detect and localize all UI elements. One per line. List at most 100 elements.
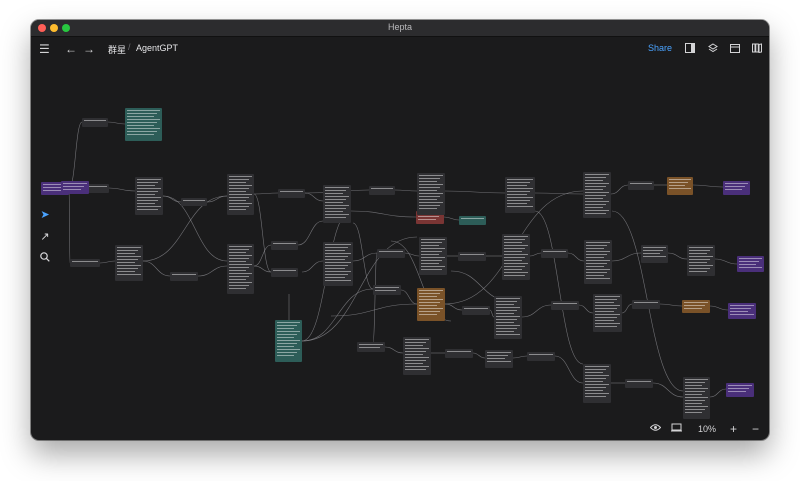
connector-line[interactable] xyxy=(444,190,506,194)
board-card[interactable] xyxy=(632,300,660,309)
board-card[interactable] xyxy=(377,249,405,258)
board-card[interactable] xyxy=(583,172,611,218)
eye-icon[interactable] xyxy=(649,423,662,434)
zoom-level[interactable]: 10% xyxy=(698,424,716,434)
board-card[interactable] xyxy=(445,349,473,358)
arrow-connector-icon[interactable]: ↗ xyxy=(38,230,52,243)
board-card[interactable] xyxy=(641,245,668,263)
connector-line[interactable] xyxy=(304,192,324,202)
board-card[interactable] xyxy=(417,173,445,215)
board-card[interactable] xyxy=(61,181,89,194)
search-icon[interactable] xyxy=(38,252,52,265)
zoom-in-button[interactable]: + xyxy=(730,422,737,436)
board-card[interactable] xyxy=(494,296,522,339)
connector-line[interactable] xyxy=(521,304,552,318)
connector-line[interactable] xyxy=(529,252,542,257)
connector-line[interactable] xyxy=(99,260,116,264)
connector-line[interactable] xyxy=(534,192,584,195)
board-card[interactable] xyxy=(271,241,298,250)
board-card[interactable] xyxy=(271,268,298,277)
board-card[interactable] xyxy=(135,177,163,215)
connector-line[interactable] xyxy=(709,305,729,311)
connector-line[interactable] xyxy=(253,193,272,273)
board-card[interactable] xyxy=(505,177,535,213)
board-card[interactable] xyxy=(682,300,710,313)
library-icon[interactable] xyxy=(752,42,762,56)
board-card[interactable] xyxy=(227,244,254,294)
connector-line[interactable] xyxy=(534,210,584,365)
breadcrumb-parent[interactable]: 群星 xyxy=(108,43,126,56)
board-card[interactable] xyxy=(125,108,162,141)
connector-line[interactable] xyxy=(206,195,228,203)
board-card[interactable] xyxy=(323,185,351,223)
board-card[interactable] xyxy=(70,259,100,267)
connector-line[interactable] xyxy=(567,252,585,262)
board-card[interactable] xyxy=(323,242,353,286)
whiteboard-canvas[interactable]: ➤ ↗ 10% + − xyxy=(31,61,769,440)
connector-line[interactable] xyxy=(142,260,171,277)
forward-arrow-icon[interactable]: → xyxy=(83,42,95,56)
connector-line[interactable] xyxy=(253,244,272,267)
zoom-out-button[interactable]: − xyxy=(752,422,759,436)
calendar-icon[interactable] xyxy=(730,42,740,56)
board-card[interactable] xyxy=(683,377,710,419)
connector-line[interactable] xyxy=(297,220,324,246)
board-card[interactable] xyxy=(583,364,611,403)
board-card[interactable] xyxy=(181,198,207,206)
connector-line[interactable] xyxy=(68,121,83,189)
board-card[interactable] xyxy=(82,118,108,127)
board-card[interactable] xyxy=(373,285,401,295)
board-card[interactable] xyxy=(726,383,754,397)
board-card[interactable] xyxy=(541,249,568,258)
board-card[interactable] xyxy=(278,189,305,198)
connector-line[interactable] xyxy=(714,258,738,265)
connector-line[interactable] xyxy=(554,355,584,384)
board-card[interactable] xyxy=(170,272,198,281)
layers-icon[interactable] xyxy=(708,42,718,56)
board-card[interactable] xyxy=(737,256,764,272)
connector-line[interactable] xyxy=(352,252,378,262)
board-card[interactable] xyxy=(403,337,431,375)
connector-line[interactable] xyxy=(197,265,228,277)
connector-line[interactable] xyxy=(384,346,404,354)
connector-line[interactable] xyxy=(394,189,418,192)
presentation-icon[interactable] xyxy=(671,423,682,434)
board-card[interactable] xyxy=(667,177,693,195)
board-card[interactable] xyxy=(369,186,395,195)
connector-line[interactable] xyxy=(301,260,324,273)
back-arrow-icon[interactable]: ← xyxy=(65,42,77,56)
connector-line[interactable] xyxy=(350,210,417,218)
connector-line[interactable] xyxy=(621,303,633,314)
connector-line[interactable] xyxy=(709,388,727,398)
connector-line[interactable] xyxy=(667,252,688,260)
board-card[interactable] xyxy=(728,303,756,319)
connector-line[interactable] xyxy=(444,303,463,311)
board-card[interactable] xyxy=(527,352,555,361)
connector-line[interactable] xyxy=(400,289,418,305)
menu-icon[interactable]: ☰ xyxy=(39,42,50,56)
board-card[interactable] xyxy=(723,181,750,195)
board-card[interactable] xyxy=(628,181,654,190)
board-card[interactable] xyxy=(593,294,622,332)
connector-line[interactable] xyxy=(659,303,683,307)
connector-line[interactable] xyxy=(512,355,528,359)
connector-line[interactable] xyxy=(68,187,71,264)
board-card[interactable] xyxy=(485,350,513,368)
connector-line[interactable] xyxy=(610,184,629,195)
board-card[interactable] xyxy=(459,216,486,225)
board-card[interactable] xyxy=(417,288,445,321)
board-card[interactable] xyxy=(551,301,579,310)
connector-line[interactable] xyxy=(107,121,126,125)
select-pointer-icon[interactable]: ➤ xyxy=(38,208,52,221)
board-card[interactable] xyxy=(275,320,302,362)
board-card[interactable] xyxy=(458,252,486,261)
board-card[interactable] xyxy=(227,174,254,215)
connector-line[interactable] xyxy=(404,252,420,257)
connector-line[interactable] xyxy=(372,252,378,343)
connector-line[interactable] xyxy=(162,195,182,203)
connector-line[interactable] xyxy=(108,187,136,192)
board-card[interactable] xyxy=(115,245,143,281)
connector-line[interactable] xyxy=(253,192,279,195)
board-card[interactable] xyxy=(687,245,715,276)
board-card[interactable] xyxy=(419,237,447,275)
